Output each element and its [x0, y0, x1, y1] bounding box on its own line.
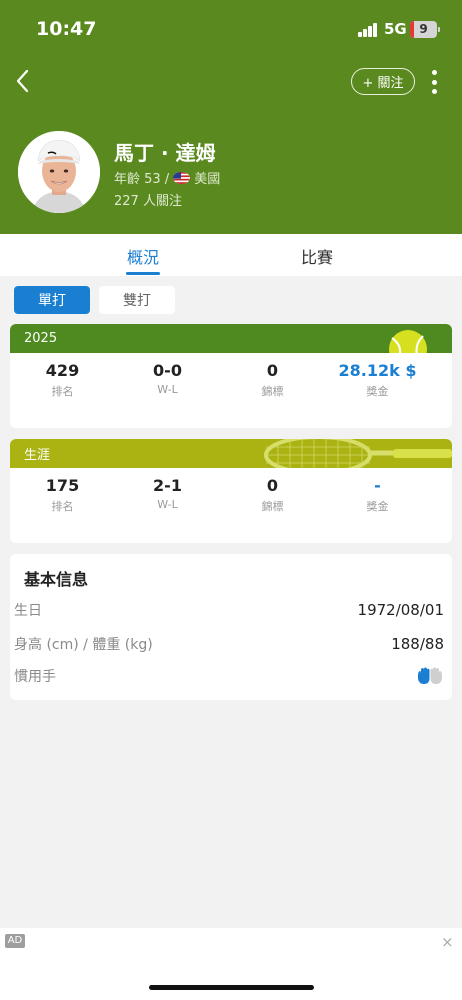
battery-icon: 9: [410, 21, 440, 38]
titles-value: 0: [266, 476, 279, 495]
birthday-row: 生日 1972/08/01: [14, 600, 444, 620]
rank-label: 排名: [51, 385, 74, 398]
home-indicator[interactable]: [149, 985, 314, 990]
stat-rank: 175 排名: [10, 476, 115, 514]
singles-toggle[interactable]: 單打: [14, 286, 90, 314]
player-age: 年齡 53 /: [114, 172, 170, 187]
tab-overview[interactable]: 概況: [127, 244, 159, 268]
usa-flag-icon: [173, 171, 191, 184]
ad-tag: AD: [5, 934, 25, 948]
season-stats-card: 2025 429 排名 0-0 W-L 0 錦標 28.12k $ 獎金: [10, 324, 452, 428]
season-card-header: 2025: [10, 324, 452, 353]
win-loss-label: W-L: [157, 383, 178, 396]
more-options-button[interactable]: [426, 68, 442, 96]
win-loss-value: 0-0: [153, 361, 182, 380]
signal-icon: [358, 23, 378, 37]
rank-label: 排名: [51, 500, 74, 513]
battery-level: 9: [419, 22, 428, 36]
stat-titles: 0 錦標: [220, 361, 325, 399]
status-bar: 10:47 5G 9: [0, 0, 462, 56]
right-hand-icon: [416, 667, 444, 685]
height-weight-row: 身高 (cm) / 體重 (kg) 188/88: [14, 634, 444, 654]
prize-money-label: 獎金: [366, 500, 389, 513]
stat-prize-money: - 獎金: [325, 476, 430, 514]
prize-money-value: 28.12k $: [338, 361, 417, 380]
season-title: 2025: [24, 331, 58, 346]
active-tab-indicator: [126, 272, 160, 275]
rank-value: 175: [45, 476, 80, 495]
player-name: 馬丁 · 達姆: [114, 141, 216, 165]
stat-win-loss: 0-0 W-L: [115, 361, 220, 399]
status-time: 10:47: [36, 18, 97, 40]
stat-titles: 0 錦標: [220, 476, 325, 514]
player-country: 美國: [194, 172, 221, 187]
basic-info-title: 基本信息: [24, 570, 89, 589]
career-title: 生涯: [24, 448, 51, 463]
tennis-racket-icon: [264, 439, 452, 468]
player-meta: 年齡 53 / 美國: [114, 168, 220, 187]
win-loss-value: 2-1: [153, 476, 182, 495]
handedness-row: 慣用手: [14, 666, 444, 686]
stat-win-loss: 2-1 W-L: [115, 476, 220, 514]
back-button[interactable]: [10, 66, 34, 96]
handedness-label: 慣用手: [14, 669, 56, 685]
titles-label: 錦標: [261, 500, 284, 513]
titles-label: 錦標: [261, 385, 284, 398]
career-card-header: 生涯: [10, 439, 452, 468]
profile-header: 10:47 5G 9 + 關注 馬丁 · 達姆 年齡 53 / 美國 227 人…: [0, 0, 462, 234]
tab-matches[interactable]: 比賽: [301, 244, 333, 268]
close-ad-icon[interactable]: ×: [441, 933, 454, 951]
chevron-left-icon: [16, 69, 29, 93]
follower-count: 227 人關注: [114, 194, 182, 209]
network-label: 5G: [384, 20, 407, 38]
season-stats-row: 429 排名 0-0 W-L 0 錦標 28.12k $ 獎金: [10, 353, 452, 399]
height-weight-label: 身高 (cm) / 體重 (kg): [14, 637, 153, 653]
stat-prize-money: 28.12k $ 獎金: [325, 361, 430, 399]
prize-money-label: 獎金: [366, 385, 389, 398]
career-stats-card: 生涯 175 排名 2-1 W-L 0 錦標 - 獎金: [10, 439, 452, 543]
doubles-toggle[interactable]: 雙打: [99, 286, 175, 314]
career-stats-row: 175 排名 2-1 W-L 0 錦標 - 獎金: [10, 468, 452, 514]
rank-value: 429: [45, 361, 80, 380]
height-weight-value: 188/88: [391, 635, 444, 653]
titles-value: 0: [266, 361, 279, 380]
birthday-label: 生日: [14, 603, 42, 619]
prize-money-value: -: [374, 476, 381, 495]
tab-bar: 概況 比賽: [0, 234, 462, 276]
stat-rank: 429 排名: [10, 361, 115, 399]
player-avatar: [18, 131, 100, 213]
follow-button[interactable]: + 關注: [351, 68, 415, 95]
tennis-ball-icon: [389, 330, 427, 353]
birthday-value: 1972/08/01: [357, 601, 444, 619]
win-loss-label: W-L: [157, 498, 178, 511]
